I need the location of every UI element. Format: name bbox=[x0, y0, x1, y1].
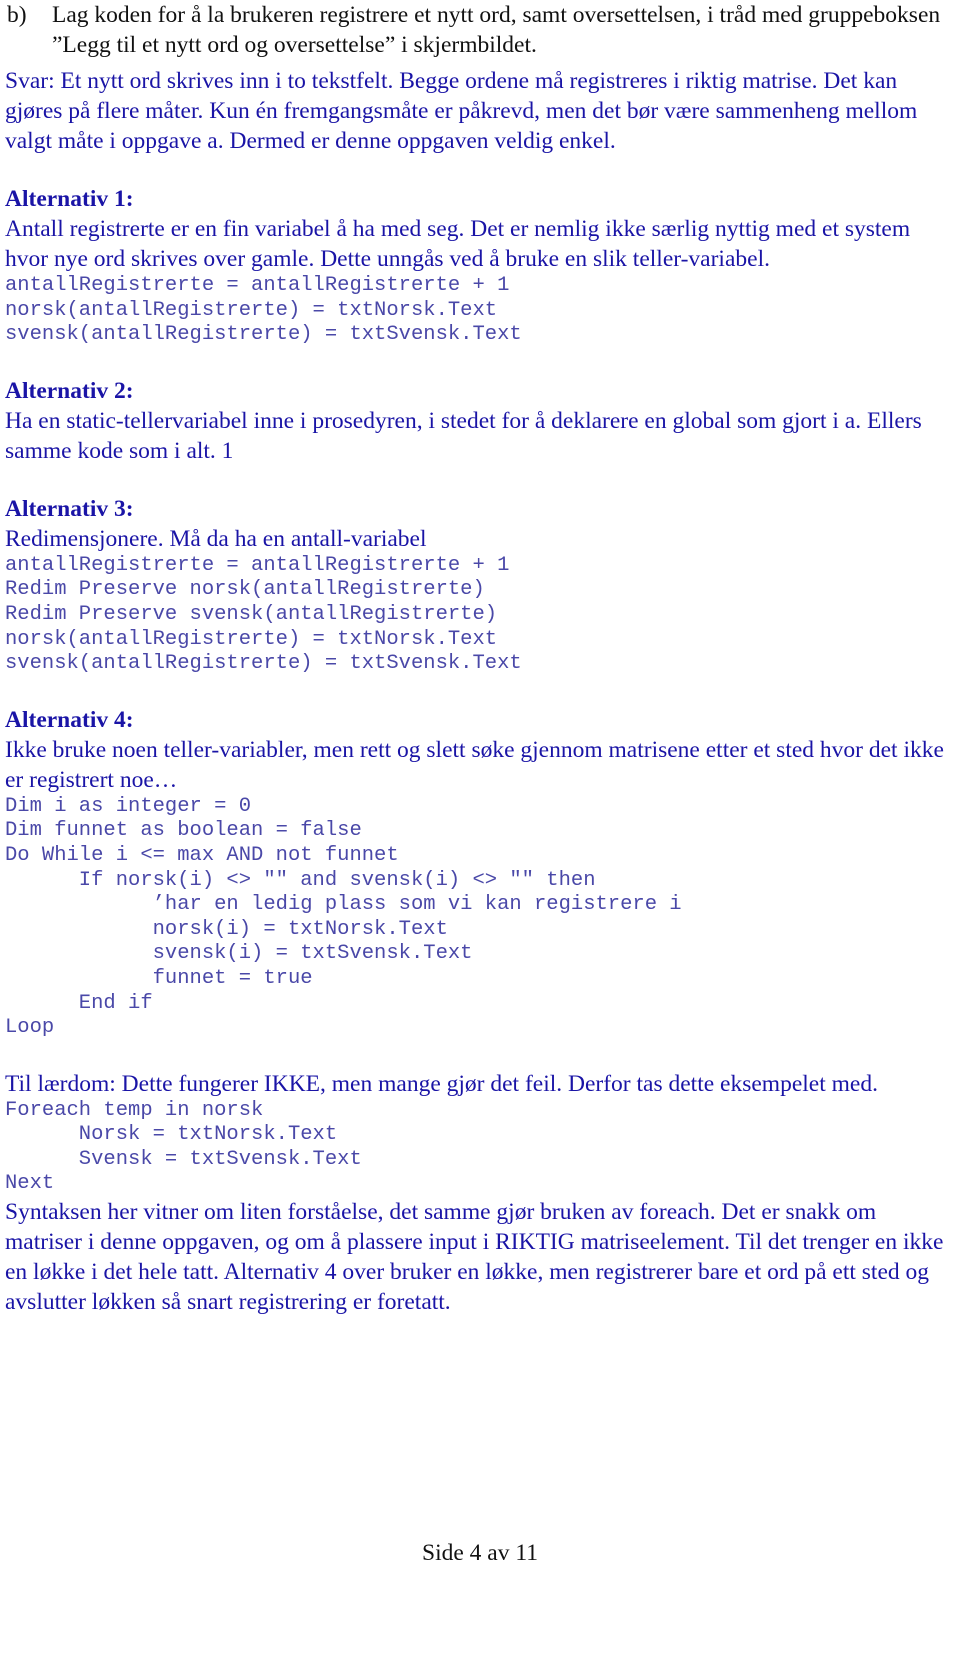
code-line: Norsk = txtNorsk.Text bbox=[5, 1123, 338, 1147]
alternative-text: Ha en static-tellervariabel inne i prose… bbox=[5, 407, 922, 464]
code-line: Do While i <= max AND not funnet bbox=[5, 843, 399, 867]
alternative-text: Antall registrerte er en fin variabel å … bbox=[5, 216, 911, 272]
question-label: b) bbox=[7, 2, 27, 28]
code-line: svensk(antallRegistrerte) = txtSvensk.Te… bbox=[5, 652, 522, 676]
code-line: Redim Preserve norsk(antallRegistrerte) bbox=[5, 578, 485, 602]
alternative-heading: Alternativ 2: bbox=[5, 377, 134, 404]
code-line: norsk(antallRegistrerte) = txtNorsk.Text bbox=[5, 627, 498, 651]
code-line: norsk(i) = txtNorsk.Text bbox=[5, 917, 448, 941]
page-number: Side 4 av 11 bbox=[422, 1540, 538, 1566]
alternative-1: Alternativ 1: Antall registrerte er en f… bbox=[5, 184, 955, 348]
lesson-text: Til lærdom: Dette fungerer IKKE, men man… bbox=[5, 1070, 878, 1097]
alternative-2: Alternativ 2: Ha en static-tellervariabe… bbox=[5, 376, 955, 466]
code-line: antallRegistrerte = antallRegistrerte + … bbox=[5, 553, 510, 577]
lesson-section: Til lærdom: Dette fungerer IKKE, men man… bbox=[5, 1069, 955, 1317]
alternative-text: Redimensjonere. Må da ha en antall-varia… bbox=[5, 525, 427, 552]
lesson-conclusion: Syntaksen her vitner om liten forståelse… bbox=[5, 1199, 944, 1316]
code-block: antallRegistrerte = antallRegistrerte + … bbox=[5, 274, 955, 348]
code-line: funnet = true bbox=[5, 966, 313, 990]
alternative-3: Alternativ 3: Redimensjonere. Må da ha e… bbox=[5, 494, 955, 677]
code-line: norsk(antallRegistrerte) = txtNorsk.Text bbox=[5, 298, 498, 322]
alternative-heading: Alternativ 4: bbox=[5, 706, 134, 733]
code-line: Foreach temp in norsk bbox=[5, 1098, 264, 1122]
alternative-text: Ikke bruke noen teller-variabler, men re… bbox=[5, 736, 944, 793]
code-line: Redim Preserve svensk(antallRegistrerte) bbox=[5, 602, 498, 626]
question-b: b) Lag koden for å la brukeren registrer… bbox=[5, 0, 955, 60]
code-line: ’har en ledig plass som vi kan registrer… bbox=[5, 893, 682, 917]
document-page: b) Lag koden for å la brukeren registrer… bbox=[5, 0, 955, 1317]
alternative-4: Alternativ 4: Ikke bruke noen teller-var… bbox=[5, 705, 955, 1041]
alternative-heading: Alternativ 3: bbox=[5, 495, 134, 522]
code-line: Dim funnet as boolean = false bbox=[5, 819, 362, 843]
answer-intro: Svar: Et nytt ord skrives inn i to tekst… bbox=[5, 68, 918, 154]
code-line: Next bbox=[5, 1172, 55, 1196]
code-block: antallRegistrerte = antallRegistrerte + … bbox=[5, 554, 955, 677]
code-line: svensk(i) = txtSvensk.Text bbox=[5, 942, 473, 966]
code-line: End if bbox=[5, 991, 153, 1015]
code-block: Foreach temp in norsk Norsk = txtNorsk.T… bbox=[5, 1099, 955, 1197]
code-line: Svensk = txtSvensk.Text bbox=[5, 1147, 362, 1171]
code-line: Dim i as integer = 0 bbox=[5, 794, 252, 818]
code-line: If norsk(i) <> "" and svensk(i) <> "" th… bbox=[5, 868, 596, 892]
code-block: Dim i as integer = 0 Dim funnet as boole… bbox=[5, 795, 955, 1041]
code-line: Loop bbox=[5, 1016, 55, 1040]
code-line: antallRegistrerte = antallRegistrerte + … bbox=[5, 274, 510, 297]
code-line: svensk(antallRegistrerte) = txtSvensk.Te… bbox=[5, 323, 522, 347]
question-text: Lag koden for å la brukeren registrere e… bbox=[52, 2, 941, 58]
alternative-heading: Alternativ 1: bbox=[5, 186, 134, 212]
